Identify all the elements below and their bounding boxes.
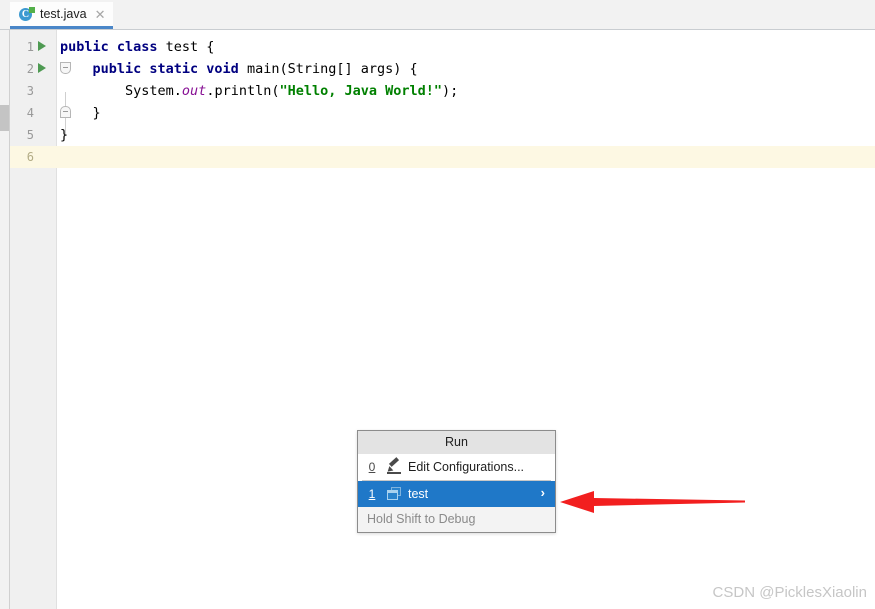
left-tool-window-stripe[interactable] <box>0 30 10 609</box>
run-gutter-icon[interactable] <box>38 41 46 51</box>
code-line[interactable]: 3 System.out.println("Hello, Java World!… <box>10 80 875 102</box>
line-number: 3 <box>26 84 34 98</box>
menu-item-shortcut-key: 0 <box>368 460 376 474</box>
code-line[interactable]: 5} <box>10 124 875 146</box>
code-line[interactable]: 1 public class test { <box>10 36 875 58</box>
code-text: } <box>60 127 69 143</box>
menu-item-label: Edit Configurations... <box>408 460 525 474</box>
run-popup-item-edit-configurations[interactable]: 0 Edit Configurations... <box>358 454 555 480</box>
code-line[interactable]: 6 <box>10 146 875 168</box>
pencil-icon <box>385 457 404 475</box>
code-text: } <box>60 105 101 121</box>
run-popup-footer-hint: Hold Shift to Debug <box>358 507 555 532</box>
run-gutter-icon[interactable] <box>38 63 46 73</box>
editor-tab-test-java[interactable]: C test.java ✕ <box>10 2 114 29</box>
line-number: 5 <box>26 128 34 142</box>
menu-item-shortcut-key: 1 <box>368 487 376 501</box>
run-configuration-icon <box>386 486 404 502</box>
line-number: 1 <box>26 40 34 54</box>
code-text: public static void main(String[] args) { <box>92 61 418 77</box>
java-class-icon: C <box>19 6 35 22</box>
code-text: System.out.println("Hello, Java World!")… <box>60 83 459 99</box>
run-popup-item-test[interactable]: 1 test › <box>358 481 555 507</box>
tool-window-button[interactable] <box>0 105 9 131</box>
watermark-text: CSDN @PicklesXiaolin <box>712 584 867 601</box>
run-popup-items: 0 Edit Configurations... 1 test › <box>358 454 555 507</box>
editor-tab-bar: C test.java ✕ <box>0 0 875 30</box>
line-number: 4 <box>26 106 34 120</box>
line-number: 6 <box>26 150 34 164</box>
code-line[interactable]: 4 } <box>10 102 875 124</box>
menu-item-label: test <box>408 487 429 501</box>
close-icon[interactable]: ✕ <box>93 8 106 21</box>
line-number: 2 <box>26 62 34 76</box>
run-popup-title: Run <box>358 431 555 454</box>
chevron-right-icon[interactable]: › <box>541 485 545 500</box>
run-popup-menu[interactable]: Run 0 Edit Configurations... 1 test › Hold S… <box>357 430 556 533</box>
editor-tab-label: test.java <box>40 7 87 21</box>
code-line[interactable]: 2 public static void main(String[] args)… <box>10 58 875 80</box>
code-text: public class test { <box>60 39 215 55</box>
ide-window: C test.java ✕ 1 public class test { 2 publ… <box>0 0 875 609</box>
